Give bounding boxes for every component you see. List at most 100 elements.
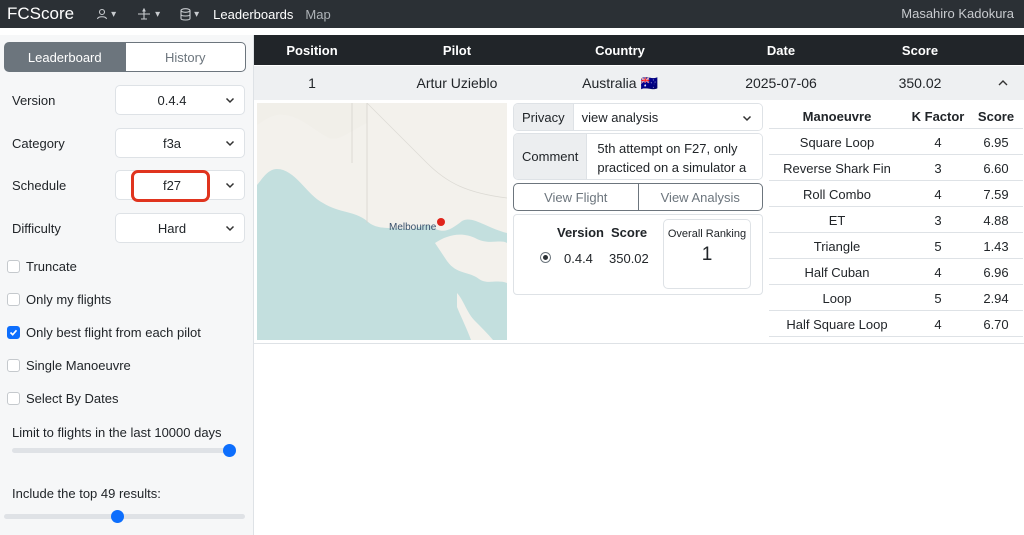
manoeuvre-name: Half Cuban (804, 265, 870, 280)
schedule-label: Schedule (12, 177, 67, 193)
manoeuvre-header-row: Manoeuvre K Factor Score (769, 103, 1023, 129)
manoeuvre-row[interactable]: Triangle 5 1.43 (769, 233, 1023, 259)
truncate-check[interactable]: Truncate (7, 259, 77, 274)
limit-days-slider[interactable] (12, 444, 236, 457)
leaderboard-history-toggle: Leaderboard History (4, 42, 246, 72)
checkbox[interactable] (7, 260, 20, 273)
plane-menu-icon[interactable]: ▾ (136, 8, 160, 20)
manoeuvre-name: Square Loop (799, 135, 875, 150)
manoeuvre-row[interactable]: Square Loop 4 6.95 (769, 129, 1023, 155)
schedule-highlight (131, 170, 210, 202)
manoeuvre-score: 7.59 (983, 187, 1009, 202)
manoeuvre-name: Roll Combo (803, 187, 871, 202)
chevron-down-icon (742, 115, 752, 122)
col-country[interactable]: Country (595, 43, 645, 58)
version-value: 0.4.4 (157, 92, 187, 108)
leaderboard-header: Position Pilot Country Date Score (254, 35, 1024, 65)
only-best-flight-check[interactable]: Only best flight from each pilot (7, 325, 201, 340)
difficulty-row: Difficulty Hard (0, 213, 254, 243)
manoeuvre-row[interactable]: Loop 5 2.94 (769, 285, 1023, 311)
col-manoeuvre-score: Score (977, 109, 1015, 124)
flight-location-map[interactable]: Melbourne (257, 103, 507, 340)
nav-map-link[interactable]: Map (305, 7, 330, 22)
collapse-chevron-up-icon[interactable] (997, 78, 1009, 88)
checkbox[interactable] (7, 392, 20, 405)
manoeuvre-k-factor: 4 (934, 265, 942, 280)
analysis-score-header: Score (611, 225, 648, 240)
manoeuvre-row[interactable]: Reverse Shark Fin 3 6.60 (769, 155, 1023, 181)
view-flight-button[interactable]: View Flight (513, 183, 639, 211)
manoeuvre-row[interactable]: ET 3 4.88 (769, 207, 1023, 233)
col-manoeuvre: Manoeuvre (802, 109, 872, 124)
chevron-down-icon (225, 140, 235, 147)
comment-textarea[interactable]: 5th attempt on F27, only practiced on a … (587, 134, 762, 179)
manoeuvre-row[interactable]: Roll Combo 4 7.59 (769, 181, 1023, 207)
category-label: Category (12, 135, 65, 151)
manoeuvre-row[interactable]: Half Cuban 4 6.96 (769, 259, 1023, 285)
checkbox[interactable] (7, 293, 20, 306)
col-position[interactable]: Position (286, 43, 337, 58)
manoeuvre-name: ET (828, 213, 846, 228)
schedule-row: Schedule f27 (0, 170, 254, 200)
flight-view-buttons: View Flight View Analysis (513, 183, 763, 211)
category-value: f3a (162, 135, 182, 151)
manoeuvre-name: Loop (822, 291, 852, 306)
chevron-down-icon (225, 182, 235, 189)
analysis-radio[interactable] (540, 252, 551, 263)
select-by-dates-label: Select By Dates (26, 391, 119, 406)
database-menu-icon[interactable]: ▾ (180, 7, 199, 21)
privacy-value: view analysis (581, 109, 659, 125)
truncate-label: Truncate (26, 259, 77, 274)
nav-leaderboards-link[interactable]: Leaderboards (213, 7, 293, 22)
checkbox[interactable] (7, 359, 20, 372)
expanded-row-divider (254, 343, 1024, 344)
difficulty-select[interactable]: Hard (115, 213, 245, 243)
ranking-title: Overall Ranking (667, 228, 747, 240)
manoeuvre-score: 6.95 (983, 135, 1009, 150)
ranking-value: 1 (701, 244, 713, 265)
tab-leaderboard[interactable]: Leaderboard (4, 42, 126, 72)
slider-thumb[interactable] (223, 444, 236, 457)
brand-logo[interactable]: FCScore (7, 4, 74, 24)
user-menu-icon[interactable]: ▾ (96, 8, 116, 20)
manoeuvre-k-factor: 4 (934, 135, 942, 150)
version-select[interactable]: 0.4.4 (115, 85, 245, 115)
check-icon (9, 329, 18, 336)
analysis-version-header: Version (557, 225, 604, 240)
col-pilot[interactable]: Pilot (443, 43, 471, 58)
select-by-dates-check[interactable]: Select By Dates (7, 391, 119, 406)
category-select[interactable]: f3a (115, 128, 245, 158)
analysis-version-value: 0.4.4 (564, 251, 593, 266)
cell-score: 350.02 (898, 75, 942, 91)
cell-position: 1 (308, 75, 316, 91)
tab-history[interactable]: History (125, 42, 246, 72)
map-terrain (257, 103, 507, 340)
col-score[interactable]: Score (902, 43, 938, 58)
manoeuvre-row[interactable]: Half Square Loop 4 6.70 (769, 311, 1023, 337)
version-row: Version 0.4.4 (0, 85, 254, 115)
cell-date: 2025-07-06 (745, 75, 817, 91)
cell-country: Australia 🇦🇺 (582, 75, 658, 91)
manoeuvre-score: 4.88 (983, 213, 1009, 228)
view-analysis-button[interactable]: View Analysis (638, 183, 763, 211)
difficulty-label: Difficulty (12, 220, 61, 236)
col-date[interactable]: Date (767, 43, 795, 58)
checkbox-checked[interactable] (7, 326, 20, 339)
comment-label: Comment (514, 134, 588, 179)
single-manoeuvre-check[interactable]: Single Manoeuvre (7, 358, 131, 373)
manoeuvre-k-factor: 4 (934, 187, 942, 202)
only-my-flights-label: Only my flights (26, 292, 112, 307)
user-name[interactable]: Masahiro Kadokura (901, 6, 1014, 21)
location-pin-icon[interactable] (437, 218, 445, 226)
only-best-flight-label: Only best flight from each pilot (26, 325, 201, 340)
col-k-factor: K Factor (911, 109, 965, 124)
slider-thumb[interactable] (111, 510, 125, 523)
privacy-select[interactable]: view analysis (573, 104, 762, 130)
manoeuvre-k-factor: 5 (934, 291, 942, 306)
manoeuvre-score: 6.96 (983, 265, 1009, 280)
only-my-flights-check[interactable]: Only my flights (7, 292, 111, 307)
table-row[interactable]: 1 Artur Uzieblo Australia 🇦🇺 2025-07-06 … (254, 66, 1024, 100)
top-results-slider[interactable] (4, 510, 245, 523)
manoeuvre-k-factor: 5 (934, 239, 942, 254)
manoeuvre-score: 1.43 (983, 239, 1009, 254)
